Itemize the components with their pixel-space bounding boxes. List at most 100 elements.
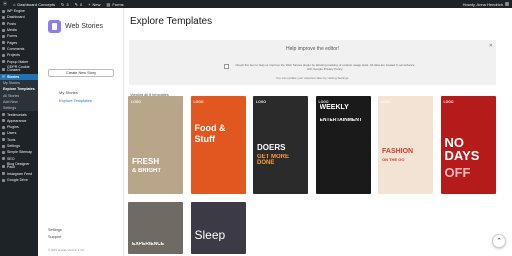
menu-icon (2, 28, 5, 32)
menu-icon (2, 67, 5, 71)
page-title: Explore Templates (130, 16, 213, 27)
template-card[interactable]: LOGO NO DAYS OFF (440, 96, 496, 194)
menu-icon (2, 150, 5, 154)
template-card[interactable]: LOGO FRESH & BRIGHT (128, 96, 183, 194)
template-heading: DOERS (257, 144, 286, 152)
template-logo: LOGO (443, 100, 454, 104)
template-logo: LOGO (256, 100, 266, 104)
menu-icon (2, 15, 5, 19)
new-label: New (92, 1, 101, 7)
sidebar-item[interactable]: Google Drive (0, 177, 38, 183)
wp-admin-sidebar: WP Engine Dashboard Posts Media Forms Pages Co… (0, 8, 38, 256)
account-menu[interactable]: Howdy, Anna Hendrich (463, 2, 509, 7)
menu-icon (2, 138, 5, 142)
template-subheading: ON THE GO (382, 158, 405, 162)
sidebar-item-label: Explore Templates (3, 87, 35, 92)
notice-footer: You can update your selection later by v… (275, 76, 350, 80)
sidebar-item-label: WP Engine (7, 9, 25, 14)
template-subheading: Stuff (194, 135, 216, 144)
sidebar-item-label: Projects (7, 53, 20, 58)
sidebar-item-label: SEO (7, 156, 15, 161)
sidebar-item-label: Forms (7, 34, 18, 39)
sidebar-item-label: Users (7, 131, 17, 136)
template-card[interactable]: Sleep (190, 202, 246, 254)
comments-link[interactable]: ✎ 0 (75, 2, 83, 7)
template-heading: FRESH (132, 158, 160, 166)
template-card[interactable]: EXPERIENCE (128, 202, 183, 254)
forms-label: Forms (112, 1, 124, 7)
template-card[interactable]: LOGO WEEKLY ENTERTAINMENT (315, 96, 371, 194)
sidebar-item-label: Testimonials (7, 112, 27, 117)
chevron-up-icon: ⌃ (496, 238, 502, 245)
telemetry-checkbox[interactable] (224, 64, 229, 69)
sidebar-item-label: Posts (7, 21, 16, 26)
template-card[interactable]: LOGO FASHION ON THE GO (378, 96, 433, 194)
nav-explore-templates[interactable]: Explore Templates (59, 98, 92, 103)
template-logo: LOGO (381, 100, 391, 104)
template-heading: WEEKLY (319, 104, 349, 111)
sidebar-item-label: My Stories (3, 81, 20, 86)
avatar (505, 2, 509, 6)
template-heading: FASHION (382, 148, 414, 155)
menu-icon (2, 22, 5, 26)
howdy-text: Howdy, Anna Hendrich (462, 1, 503, 7)
template-card[interactable]: LOGO DOERS GET MORE DONE (253, 96, 308, 194)
admin-bar: ⓦ ⌂ Dashboard Concepts ↻ 3 ✎ 0 + New ▤ F… (0, 0, 512, 8)
sidebar-item-label: Tools (7, 137, 16, 142)
telemetry-notice: Help improve the editor! Check the box t… (129, 40, 496, 85)
menu-icon (2, 9, 5, 13)
template-subheading: Sleep (194, 229, 226, 241)
copyright-text: © 2021 Google Version 1.4.0 (48, 248, 84, 252)
comments-count: 0 (79, 1, 83, 7)
sidebar-item-label: Stories (7, 74, 20, 79)
new-link[interactable]: + New (88, 2, 100, 7)
template-subheading: GET MORE DONE (257, 154, 290, 166)
template-subheading: EXPERIENCE (132, 242, 165, 247)
sidebar-item-label: Appearance (7, 118, 27, 123)
sidebar-item-label: Simple Sitemap (7, 150, 33, 155)
template-logo: LOGO (131, 100, 141, 104)
sidebar-item-label: All Stories (3, 93, 20, 98)
sidebar-item-label: Popup Maker (7, 59, 29, 64)
scroll-to-top-button[interactable]: ⌃ (492, 234, 506, 248)
sidebar-item-label: Instagram Feed (7, 171, 33, 176)
menu-icon (2, 41, 5, 45)
notice-title: Help improve the editor! (285, 46, 340, 52)
updates-link[interactable]: ↻ 3 (61, 2, 69, 7)
nav-my-stories[interactable]: My Stories (59, 90, 78, 95)
menu-icon (2, 60, 5, 64)
menu-icon (2, 34, 5, 38)
site-name: Dashboard Concepts (17, 1, 55, 7)
web-stories-logo: Web Stories (48, 20, 103, 33)
menu-icon (2, 47, 5, 51)
menu-icon (2, 157, 5, 161)
menu-icon (2, 131, 5, 135)
main-content: Explore Templates Help improve the edito… (125, 8, 512, 256)
nav-support[interactable]: Support (48, 235, 61, 239)
close-icon[interactable]: ✕ (489, 43, 493, 49)
nav-settings[interactable]: Settings (48, 228, 62, 232)
sidebar-item[interactable]: Blog Designer Pack (0, 162, 38, 171)
template-card[interactable]: LOGO Food & Stuff (190, 96, 246, 194)
wordpress-logo-icon[interactable]: ⓦ (3, 1, 7, 7)
sidebar-item-label: Google Drive (7, 178, 28, 183)
sidebar-item[interactable]: GDPR Cookie Consent (0, 65, 38, 74)
create-new-story-button[interactable]: Create New Story (48, 69, 114, 77)
template-subheading: ENTERTAINMENT (319, 118, 362, 123)
sidebar-item-label: Dashboard (7, 15, 25, 20)
site-name-link[interactable]: ⌂ Dashboard Concepts (13, 2, 55, 7)
template-heading: NO DAYS (444, 136, 480, 162)
sidebar-item-label: Media (7, 28, 17, 33)
menu-icon (2, 119, 5, 123)
updates-count: 3 (66, 1, 69, 7)
menu-icon (2, 178, 5, 182)
menu-icon (2, 172, 5, 176)
menu-icon (2, 113, 5, 117)
menu-icon (2, 75, 5, 79)
notice-body: Check the box to help us improve the Web… (235, 63, 415, 71)
web-stories-app-name: Web Stories (65, 23, 103, 30)
sidebar-item-label: Plugins (7, 125, 19, 130)
web-stories-nav: Web Stories Create New Story My Stories … (38, 8, 124, 256)
forms-link[interactable]: ▤ Forms (107, 2, 124, 7)
template-subheading: & BRIGHT (132, 168, 161, 174)
